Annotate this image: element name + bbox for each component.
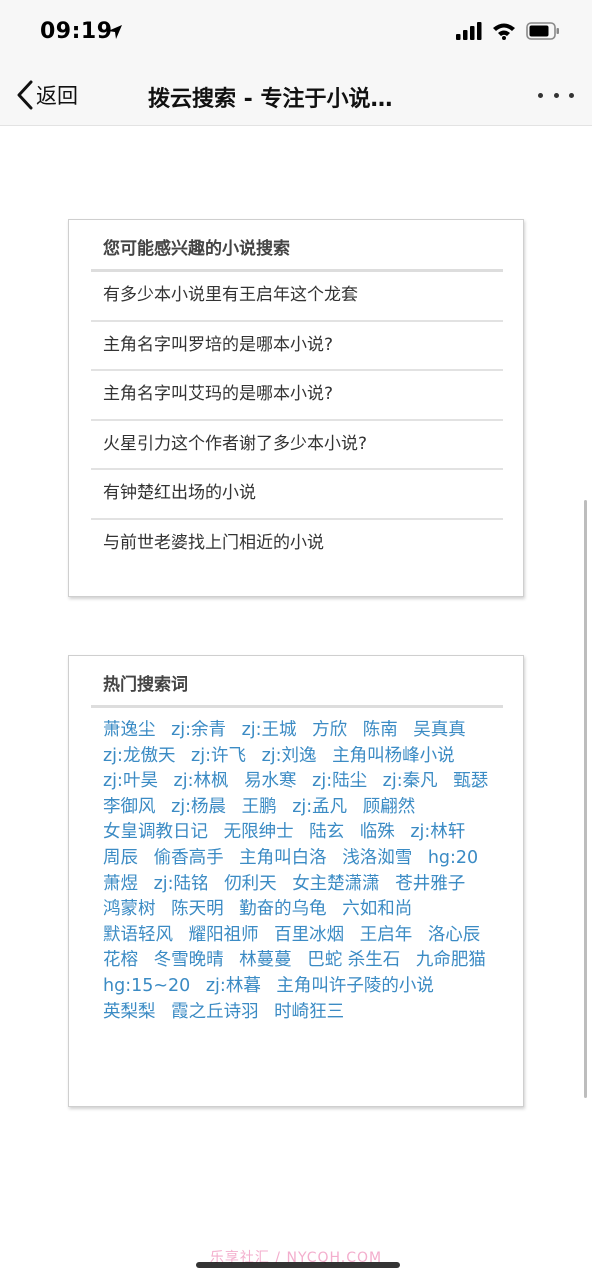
hot-search-link[interactable]: 鸿蒙树 xyxy=(103,899,156,919)
hot-search-link[interactable]: zj:叶昊 xyxy=(103,771,158,791)
hot-search-link[interactable]: 易水寒 xyxy=(244,771,297,791)
suggested-search-item[interactable]: 主角名字叫艾玛的是哪本小说? xyxy=(91,371,503,421)
suggested-searches-title: 您可能感兴趣的小说搜索 xyxy=(103,239,290,259)
hot-search-link[interactable]: zj:龙傲天 xyxy=(103,746,175,766)
status-time: 09:19 xyxy=(40,19,113,44)
hot-search-link[interactable]: 默语轻风 xyxy=(103,925,173,945)
hot-search-link[interactable]: 吴真真 xyxy=(413,720,466,740)
hot-search-link[interactable]: 方欣 xyxy=(312,720,347,740)
hot-search-link[interactable]: 主角叫杨峰小说 xyxy=(332,746,455,766)
hot-search-link[interactable]: zj:陆铭 xyxy=(154,874,209,894)
hot-search-link[interactable]: 陆玄 xyxy=(309,822,344,842)
status-bar: 09:19 xyxy=(0,0,592,64)
hot-search-link[interactable]: zj:余青 xyxy=(171,720,226,740)
wifi-icon xyxy=(493,23,515,40)
hot-search-link[interactable]: zj:林暮 xyxy=(206,976,261,996)
hot-search-link[interactable]: 冬雪晚晴 xyxy=(154,950,224,970)
back-label: 返回 xyxy=(36,84,78,108)
more-options-button[interactable] xyxy=(538,84,574,106)
hot-search-link[interactable]: 王启年 xyxy=(360,925,413,945)
hot-search-link[interactable]: zj:秦凡 xyxy=(383,771,438,791)
hot-search-link[interactable]: zj:孟凡 xyxy=(292,797,347,817)
status-indicators xyxy=(456,22,560,40)
hot-search-link[interactable]: hg:20 xyxy=(428,848,478,868)
suggested-searches-card: 您可能感兴趣的小说搜索 有多少本小说里有王启年这个龙套 主角名字叫罗培的是哪本小… xyxy=(68,219,524,597)
hot-search-link[interactable]: 偷香高手 xyxy=(154,848,224,868)
hot-search-link[interactable]: 仞利天 xyxy=(224,874,277,894)
hot-search-link[interactable]: 时崎狂三 xyxy=(274,1002,344,1022)
suggested-search-item[interactable]: 有多少本小说里有王启年这个龙套 xyxy=(91,272,503,322)
more-dot-icon xyxy=(569,92,574,98)
hot-search-link[interactable]: 巴蛇 杀生石 xyxy=(307,950,400,970)
hot-search-link[interactable]: 九命肥猫 xyxy=(416,950,486,970)
hot-search-link[interactable]: 萧煜 xyxy=(103,874,138,894)
hot-search-link[interactable]: 女皇调教日记 xyxy=(103,822,208,842)
hot-search-link[interactable]: 无限绅士 xyxy=(224,822,294,842)
suggested-search-item[interactable]: 有钟楚红出场的小说 xyxy=(91,470,503,520)
hot-search-link[interactable]: 洛心辰 xyxy=(428,925,481,945)
suggested-search-item[interactable]: 主角名字叫罗培的是哪本小说? xyxy=(91,322,503,372)
location-arrow-icon xyxy=(108,25,122,39)
hot-searches-list: 萧逸尘 zj:余青 zj:王城 方欣 陈南 吴真真 zj:龙傲天 zj:许飞 z… xyxy=(103,718,503,1025)
hot-search-link[interactable]: 主角叫许子陵的小说 xyxy=(276,976,434,996)
suggested-search-item[interactable]: 与前世老婆找上门相近的小说 xyxy=(91,520,503,570)
hot-searches-title: 热门搜索词 xyxy=(103,675,188,695)
hot-search-link[interactable]: 陈南 xyxy=(363,720,398,740)
chevron-left-icon xyxy=(17,80,33,110)
hot-searches-card: 热门搜索词 萧逸尘 zj:余青 zj:王城 方欣 陈南 吴真真 zj:龙傲天 z… xyxy=(68,655,524,1107)
back-button[interactable]: 返回 xyxy=(16,80,78,110)
cellular-signal-icon xyxy=(456,22,482,40)
hot-search-link[interactable]: 霞之丘诗羽 xyxy=(171,1002,259,1022)
hot-search-link[interactable]: 六如和尚 xyxy=(342,899,412,919)
hot-search-link[interactable]: 甄瑟 xyxy=(453,771,488,791)
hot-search-link[interactable]: zj:林轩 xyxy=(410,822,465,842)
hot-search-link[interactable]: 苍井雅子 xyxy=(395,874,465,894)
hot-search-link[interactable]: 萧逸尘 xyxy=(103,720,156,740)
hot-search-link[interactable]: 王鹏 xyxy=(242,797,277,817)
hot-search-link[interactable]: 临殊 xyxy=(360,822,395,842)
title-divider xyxy=(91,705,503,708)
hot-search-link[interactable]: zj:王城 xyxy=(242,720,297,740)
hot-search-link[interactable]: 女主楚潇潇 xyxy=(292,874,380,894)
hot-search-link[interactable]: hg:15~20 xyxy=(103,976,190,996)
hot-search-link[interactable]: 英梨梨 xyxy=(103,1002,156,1022)
hot-search-link[interactable]: 花榕 xyxy=(103,950,138,970)
battery-icon xyxy=(526,22,559,40)
page-title: 拨云搜索 - 专注于小说… xyxy=(148,87,393,112)
hot-search-link[interactable]: zj:许飞 xyxy=(191,746,246,766)
hot-search-link[interactable]: 周辰 xyxy=(103,848,138,868)
hot-search-link[interactable]: 耀阳祖师 xyxy=(189,925,259,945)
hot-search-link[interactable]: zj:杨晨 xyxy=(171,797,226,817)
suggested-searches-list: 有多少本小说里有王启年这个龙套 主角名字叫罗培的是哪本小说? 主角名字叫艾玛的是… xyxy=(91,272,503,570)
more-dot-icon xyxy=(553,92,559,98)
hot-search-link[interactable]: 勤奋的乌龟 xyxy=(239,899,327,919)
hot-search-link[interactable]: 浅洛洳雪 xyxy=(342,848,412,868)
hot-search-link[interactable]: zj:陆尘 xyxy=(312,771,367,791)
hot-search-link[interactable]: 顾翩然 xyxy=(363,797,416,817)
navigation-bar: 返回 拨云搜索 - 专注于小说… xyxy=(0,64,592,126)
home-indicator xyxy=(196,1262,400,1268)
hot-search-link[interactable]: 陈天明 xyxy=(171,899,224,919)
hot-search-link[interactable]: 林蔓蔓 xyxy=(239,950,292,970)
more-dot-icon xyxy=(538,92,543,98)
hot-search-link[interactable]: 李御风 xyxy=(103,797,156,817)
hot-search-link[interactable]: zj:林枫 xyxy=(174,771,229,791)
scrollbar[interactable] xyxy=(584,500,587,1098)
hot-search-link[interactable]: 主角叫白洛 xyxy=(239,848,327,868)
hot-search-link[interactable]: zj:刘逸 xyxy=(262,746,317,766)
hot-search-link[interactable]: 百里冰烟 xyxy=(274,925,344,945)
suggested-search-item[interactable]: 火星引力这个作者谢了多少本小说? xyxy=(91,421,503,471)
